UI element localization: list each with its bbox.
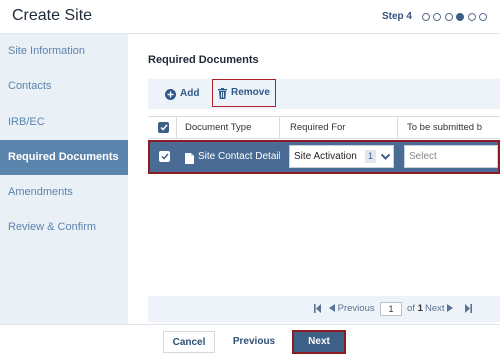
step-dot-6 xyxy=(479,12,487,21)
pagination-bar: Previous 1 of 1 Next xyxy=(148,296,500,322)
trash-icon xyxy=(218,87,227,99)
step-indicator: Step 4 xyxy=(382,11,487,22)
plus-circle-icon xyxy=(165,88,176,100)
page-number-input[interactable]: 1 xyxy=(380,302,402,316)
documents-table: Document Type Required For To be submitt… xyxy=(148,116,500,176)
page-count-text: of 1 xyxy=(407,296,423,322)
column-divider xyxy=(279,117,280,139)
step-dot-5 xyxy=(467,12,476,21)
page-title: Create Site xyxy=(12,7,93,24)
sidebar-item-irb-ec[interactable]: IRB/EC xyxy=(0,105,128,140)
next-page-button[interactable]: Next xyxy=(425,296,454,322)
row-checkbox[interactable] xyxy=(159,151,170,162)
next-button[interactable]: Next xyxy=(292,330,346,354)
previous-page-button[interactable]: Previous xyxy=(329,296,375,322)
sidebar: Site Information Contacts IRB/EC Require… xyxy=(0,34,128,324)
sidebar-item-amendments[interactable]: Amendments xyxy=(0,175,128,210)
document-icon xyxy=(185,151,194,169)
previous-page-label: Previous xyxy=(337,303,375,314)
first-page-icon[interactable] xyxy=(314,296,322,322)
previous-button[interactable]: Previous xyxy=(228,331,280,353)
required-for-select[interactable]: Site Activation 1 xyxy=(289,145,394,168)
add-button-label: Add xyxy=(180,88,200,99)
section-title: Required Documents xyxy=(148,54,259,66)
required-for-value: Site Activation xyxy=(294,151,357,162)
header-bar: Create Site Step 4 xyxy=(0,0,500,34)
sidebar-item-contacts[interactable]: Contacts xyxy=(0,69,128,104)
sidebar-item-review-confirm[interactable]: Review & Confirm xyxy=(0,210,128,245)
to-be-submitted-by-select[interactable]: Select xyxy=(404,145,498,168)
table-row[interactable]: Site Contact Details Site Activation 1 S… xyxy=(148,140,500,174)
column-divider xyxy=(176,117,177,139)
sidebar-item-required-documents[interactable]: Required Documents xyxy=(0,140,128,175)
grid-toolbar: Add Remove xyxy=(148,79,500,109)
column-divider xyxy=(397,117,398,139)
footer-bar: Cancel Previous Next xyxy=(0,324,500,358)
step-label: Step 4 xyxy=(381,11,412,22)
to-be-submitted-by-placeholder: Select xyxy=(409,151,437,162)
chevron-down-icon[interactable] xyxy=(379,150,392,163)
cancel-button[interactable]: Cancel xyxy=(163,331,215,353)
document-type-cell: Site Contact Details xyxy=(198,151,280,162)
step-dot-4 xyxy=(456,12,464,21)
next-page-label: Next xyxy=(425,303,445,314)
sidebar-item-site-information[interactable]: Site Information xyxy=(0,34,128,69)
remove-button-label: Remove xyxy=(231,87,270,98)
add-button[interactable]: Add xyxy=(165,83,199,105)
table-header: Document Type Required For To be submitt… xyxy=(148,117,500,139)
step-dot-3 xyxy=(444,12,453,21)
total-pages: 1 xyxy=(417,303,423,314)
main-panel: Required Documents Add Remove Document T… xyxy=(128,34,500,324)
step-dot-1 xyxy=(421,12,430,21)
remove-button[interactable]: Remove xyxy=(212,79,276,107)
column-header-to-be-submitted-by[interactable]: To be submitted b xyxy=(407,117,500,139)
last-page-icon[interactable] xyxy=(464,296,472,322)
step-dot-2 xyxy=(433,12,441,21)
of-label: of xyxy=(407,303,415,314)
select-all-checkbox[interactable] xyxy=(158,122,169,133)
column-header-document-type[interactable]: Document Type xyxy=(185,117,275,139)
column-header-required-for[interactable]: Required For xyxy=(290,117,390,139)
required-for-count-badge: 1 xyxy=(365,150,376,163)
